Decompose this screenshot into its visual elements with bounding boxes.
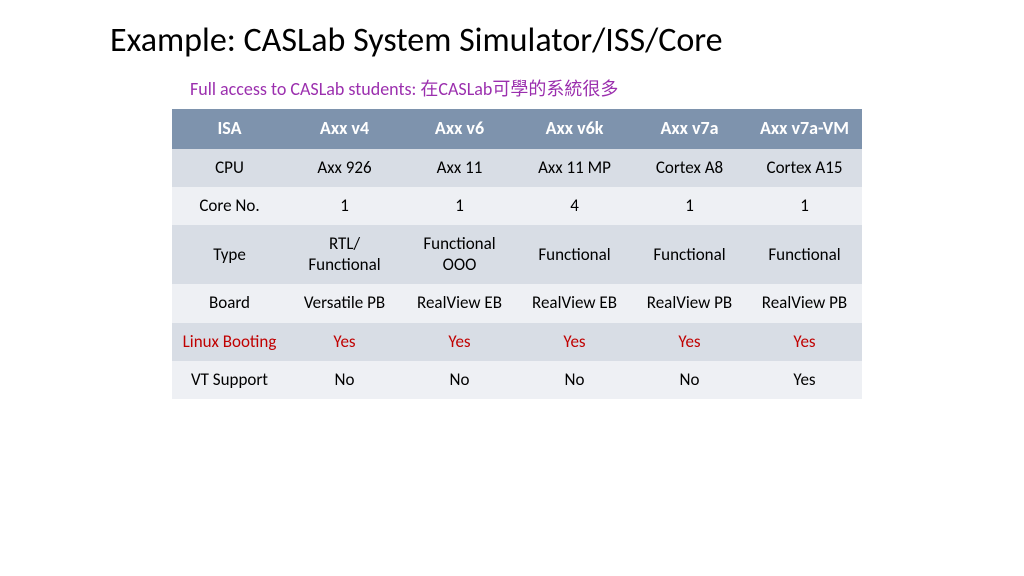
- table-row: BoardVersatile PBRealView EBRealView EBR…: [172, 284, 862, 322]
- table-cell: Yes: [287, 323, 402, 361]
- row-label: Linux Booting: [172, 323, 287, 361]
- header-cell: ISA: [172, 109, 287, 149]
- row-label: CPU: [172, 149, 287, 187]
- table-cell: 1: [632, 187, 747, 225]
- table-cell: Axx 11 MP: [517, 149, 632, 187]
- table-cell: Functional: [517, 225, 632, 284]
- table-body: CPUAxx 926Axx 11Axx 11 MPCortex A8Cortex…: [172, 149, 862, 400]
- table-row: TypeRTL/ FunctionalFunctional OOOFunctio…: [172, 225, 862, 284]
- comparison-table: ISA Axx v4 Axx v6 Axx v6k Axx v7a Axx v7…: [172, 109, 862, 399]
- table-cell: No: [402, 361, 517, 399]
- table-cell: Versatile PB: [287, 284, 402, 322]
- table-header-row: ISA Axx v4 Axx v6 Axx v6k Axx v7a Axx v7…: [172, 109, 862, 149]
- table-cell: 1: [287, 187, 402, 225]
- slide-title: Example: CASLab System Simulator/ISS/Cor…: [110, 20, 914, 61]
- table-cell: Yes: [747, 361, 862, 399]
- table-cell: Functional: [632, 225, 747, 284]
- table-cell: 4: [517, 187, 632, 225]
- table-cell: Axx 11: [402, 149, 517, 187]
- row-label: Core No.: [172, 187, 287, 225]
- table-cell: No: [517, 361, 632, 399]
- table-cell: RealView PB: [747, 284, 862, 322]
- table-cell: RealView PB: [632, 284, 747, 322]
- header-cell: Axx v7a: [632, 109, 747, 149]
- table-cell: No: [287, 361, 402, 399]
- table-cell: Yes: [747, 323, 862, 361]
- table-row: VT SupportNoNoNoNoYes: [172, 361, 862, 399]
- row-label: Type: [172, 225, 287, 284]
- table-cell: 1: [402, 187, 517, 225]
- header-cell: Axx v7a-VM: [747, 109, 862, 149]
- slide-subtitle: Full access to CASLab students: 在CASLab可…: [190, 75, 914, 101]
- header-cell: Axx v6k: [517, 109, 632, 149]
- table-cell: Cortex A8: [632, 149, 747, 187]
- table-cell: RTL/ Functional: [287, 225, 402, 284]
- table-cell: No: [632, 361, 747, 399]
- table-cell: Yes: [632, 323, 747, 361]
- table-cell: Yes: [517, 323, 632, 361]
- table-cell: RealView EB: [402, 284, 517, 322]
- header-cell: Axx v6: [402, 109, 517, 149]
- table-row: CPUAxx 926Axx 11Axx 11 MPCortex A8Cortex…: [172, 149, 862, 187]
- table-cell: RealView EB: [517, 284, 632, 322]
- slide: Example: CASLab System Simulator/ISS/Cor…: [0, 0, 1024, 399]
- row-label: VT Support: [172, 361, 287, 399]
- table-row: Core No.11411: [172, 187, 862, 225]
- table-row: Linux BootingYesYesYesYesYes: [172, 323, 862, 361]
- table-cell: Yes: [402, 323, 517, 361]
- table-cell: Cortex A15: [747, 149, 862, 187]
- table-cell: Functional: [747, 225, 862, 284]
- table-cell: Functional OOO: [402, 225, 517, 284]
- header-cell: Axx v4: [287, 109, 402, 149]
- table-cell: 1: [747, 187, 862, 225]
- row-label: Board: [172, 284, 287, 322]
- table-cell: Axx 926: [287, 149, 402, 187]
